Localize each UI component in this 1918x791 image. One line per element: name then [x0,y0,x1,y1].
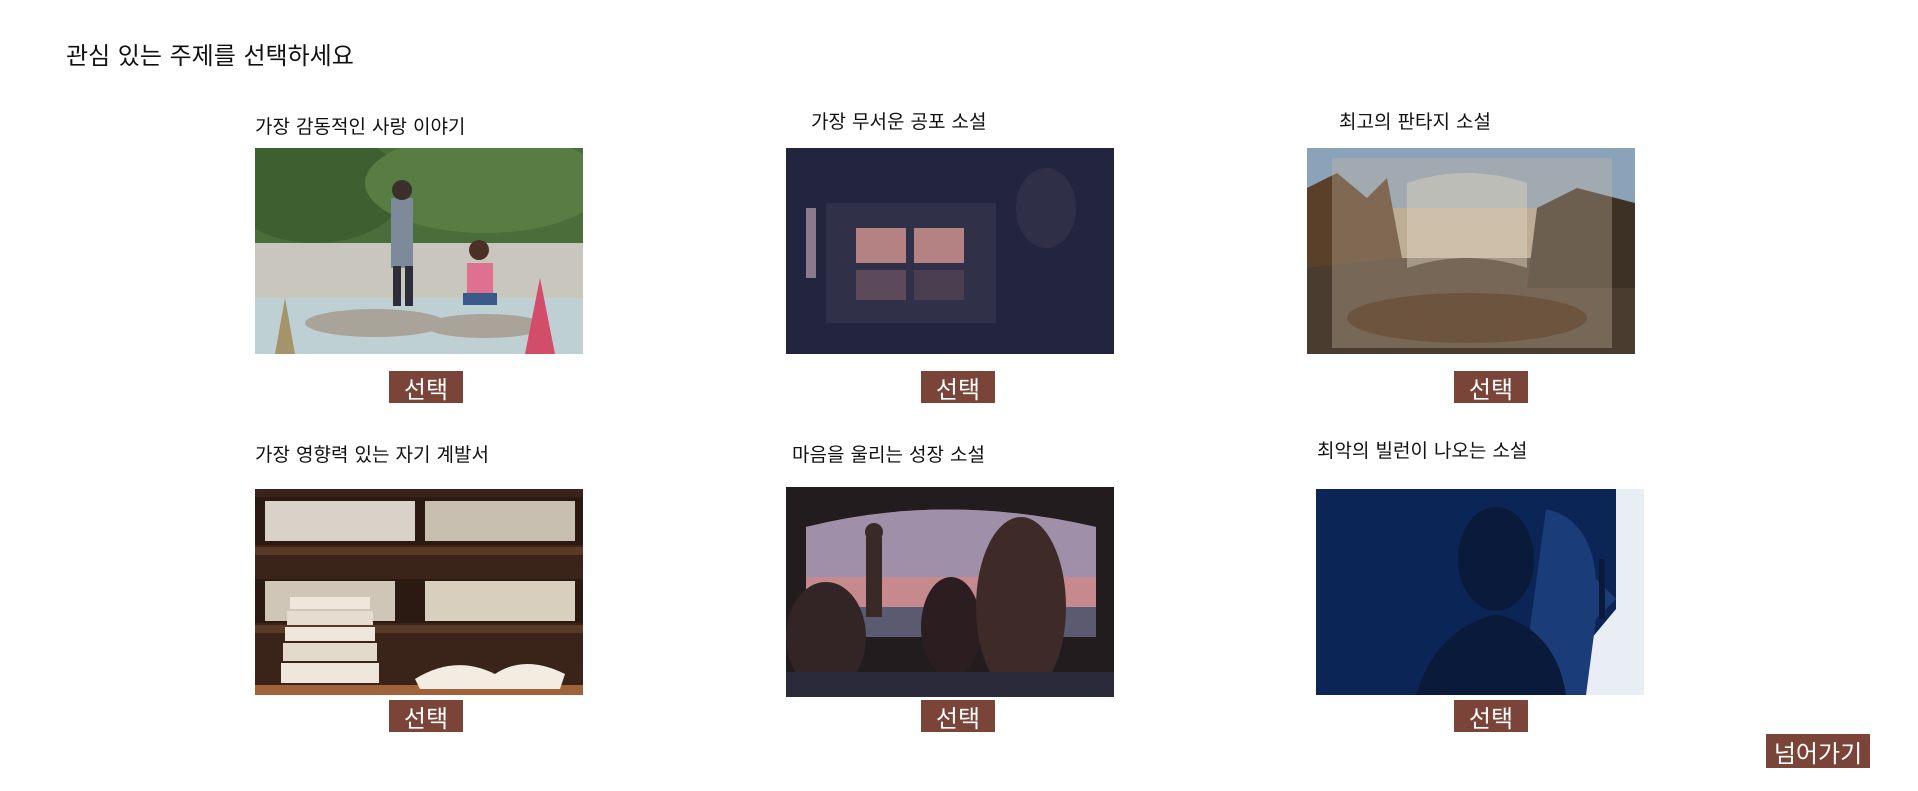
topic-image-villain[interactable] [1316,489,1644,695]
topic-title-coming-of-age: 마음을 울리는 성장 소설 [792,444,985,466]
topic-title-fantasy: 최고의 판타지 소설 [1339,111,1491,133]
select-button-love[interactable]: 선택 [389,371,463,404]
topic-image-coming-of-age[interactable] [786,487,1114,697]
select-button-self-help[interactable]: 선택 [389,700,463,733]
topic-image-self-help[interactable] [255,489,583,695]
select-button-coming-of-age[interactable]: 선택 [921,700,995,733]
select-button-fantasy[interactable]: 선택 [1454,371,1528,404]
select-button-villain[interactable]: 선택 [1454,700,1528,733]
skip-button[interactable]: 넘어가기 [1766,734,1870,768]
topic-title-villain: 최악의 빌런이 나오는 소설 [1317,440,1528,462]
topic-title-love: 가장 감동적인 사랑 이야기 [255,116,466,138]
topic-image-love[interactable] [255,148,583,354]
topic-image-horror[interactable] [786,148,1114,354]
topic-image-fantasy[interactable] [1307,148,1635,354]
topic-title-horror: 가장 무서운 공포 소설 [811,111,987,133]
select-button-horror[interactable]: 선택 [921,371,995,404]
topic-title-self-help: 가장 영향력 있는 자기 계발서 [255,444,489,466]
page-title: 관심 있는 주제를 선택하세요 [66,42,354,70]
